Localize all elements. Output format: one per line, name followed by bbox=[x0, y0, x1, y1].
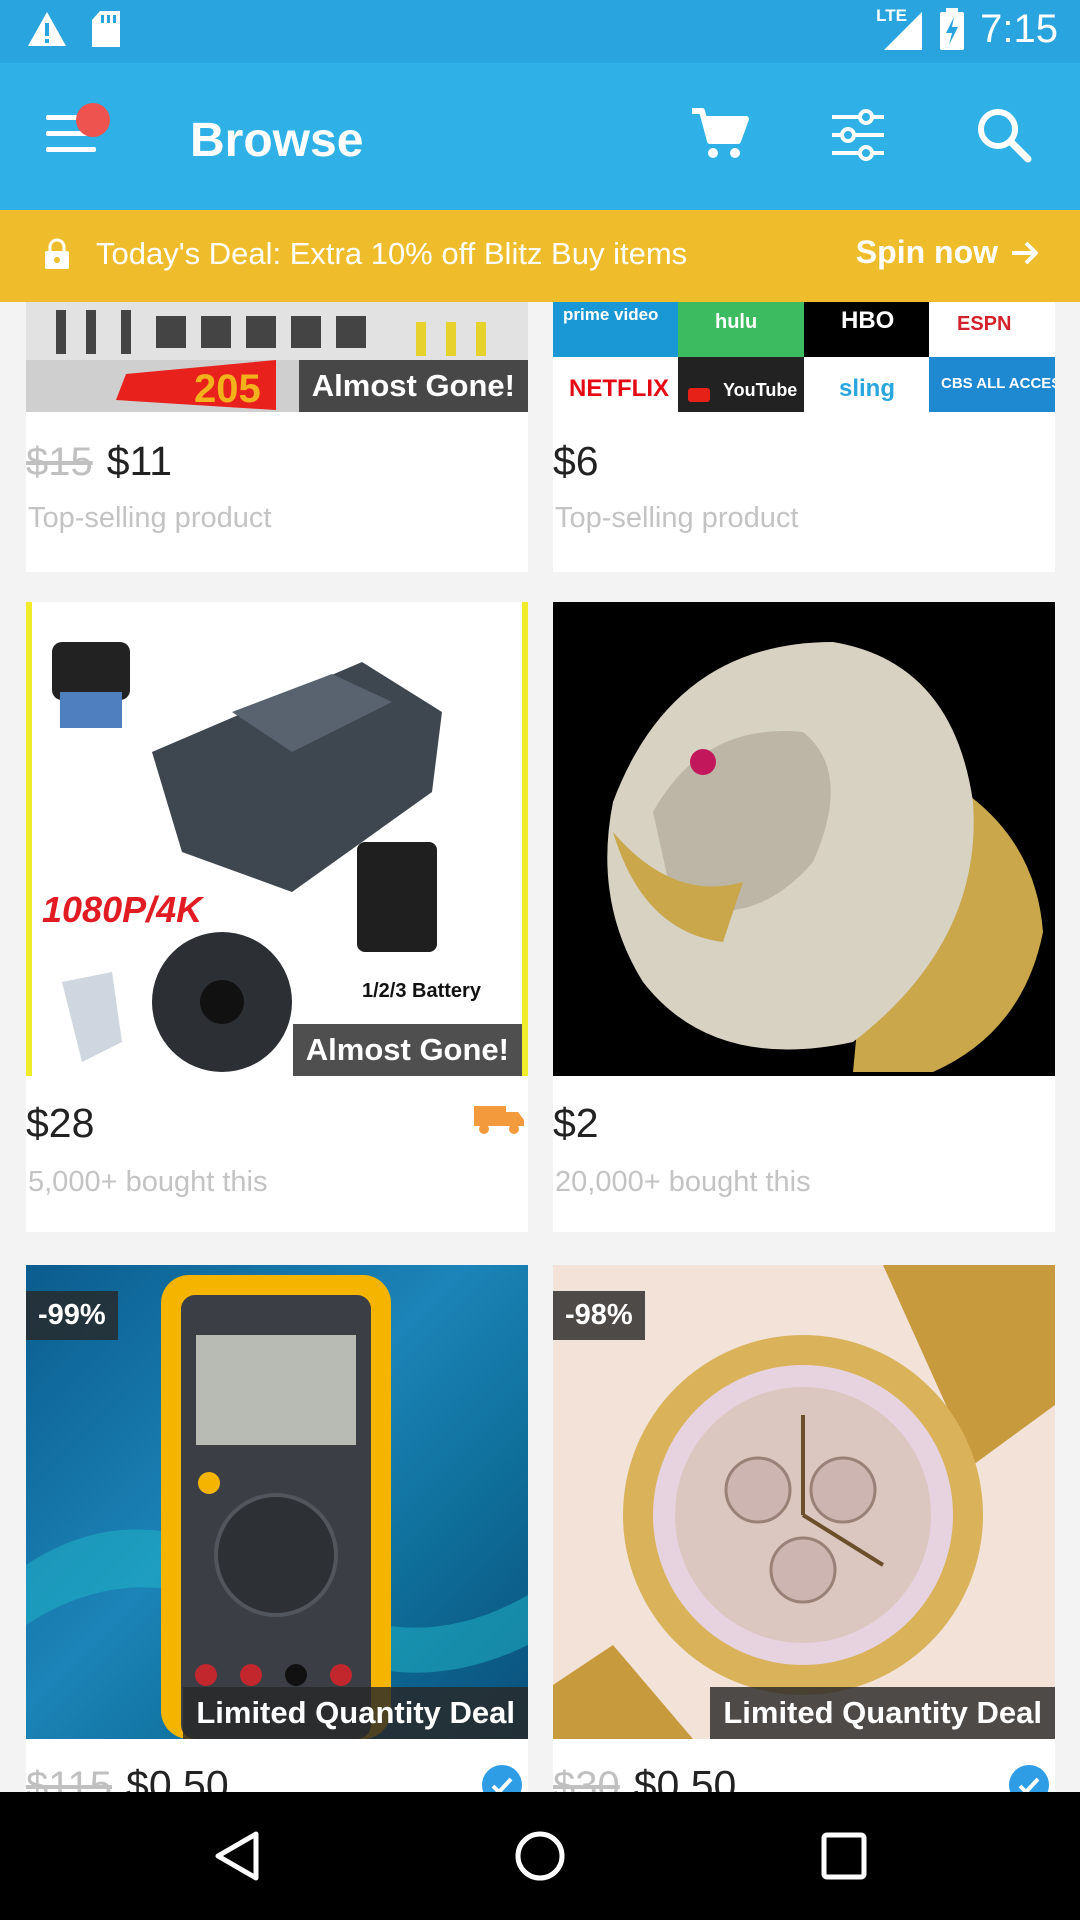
arrow-right-icon bbox=[1012, 241, 1038, 264]
watch-image: -98% Limited Quantity Deal bbox=[553, 1265, 1055, 1739]
streaming-services-image: prime video hulu HBO ESPN NETFLIX YouTub… bbox=[553, 302, 1055, 412]
search-icon[interactable] bbox=[972, 103, 1036, 167]
price: $0.50 bbox=[633, 1762, 737, 1792]
spin-now-label: Spin now bbox=[855, 234, 998, 270]
product-subtitle: Top-selling product bbox=[555, 502, 799, 534]
product-grid: 205 Almost Gone! $15 $11 Top-selling pro… bbox=[0, 302, 1080, 1792]
verified-icon bbox=[1009, 1765, 1049, 1792]
home-icon[interactable] bbox=[510, 1828, 570, 1884]
signal-icon: LTE bbox=[876, 6, 924, 52]
old-price: $15 bbox=[26, 440, 93, 484]
truck-icon bbox=[474, 1106, 524, 1134]
limited-quantity-badge: Limited Quantity Deal bbox=[710, 1687, 1055, 1739]
back-icon[interactable] bbox=[208, 1828, 268, 1884]
product-subtitle: 20,000+ bought this bbox=[555, 1166, 811, 1198]
multimeter-image: -99% Limited Quantity Deal bbox=[26, 1265, 528, 1739]
screen: LTE 7:15 Browse Today's Deal: Extra 10% … bbox=[0, 0, 1080, 1920]
almost-gone-badge: Almost Gone! bbox=[298, 360, 528, 412]
price: $28 bbox=[26, 1100, 95, 1146]
notification-dot bbox=[76, 103, 110, 137]
old-price: $115 bbox=[26, 1764, 113, 1792]
cbs-logo: CBS ALL ACCESS bbox=[941, 375, 1055, 392]
product-card[interactable]: prime video hulu HBO ESPN NETFLIX YouTub… bbox=[553, 302, 1055, 572]
lock-icon bbox=[45, 238, 69, 269]
drone-battery-label: 1/2/3 Battery bbox=[362, 980, 482, 1002]
sling-logo: sling bbox=[839, 375, 895, 402]
almost-gone-badge: Almost Gone! bbox=[292, 1024, 522, 1076]
drone-image: 1080P/4K 1/2/3 Battery Almost Gone! bbox=[26, 602, 528, 1076]
discount-badge: -98% bbox=[553, 1291, 645, 1340]
product-card[interactable]: 1080P/4K 1/2/3 Battery Almost Gone! $28 … bbox=[26, 602, 528, 1232]
sd-card-icon bbox=[92, 11, 120, 47]
drone-resolution-label: 1080P/4K bbox=[42, 889, 205, 930]
filter-icon[interactable] bbox=[826, 103, 890, 167]
product-subtitle: 5,000+ bought this bbox=[28, 1166, 268, 1198]
price: $6 bbox=[553, 438, 599, 484]
product-subtitle: Top-selling product bbox=[28, 502, 272, 534]
deal-text: Today's Deal: Extra 10% off Blitz Buy it… bbox=[96, 236, 688, 271]
spin-now-button[interactable]: Spin now bbox=[856, 234, 1040, 271]
espn-logo: ESPN bbox=[957, 313, 1011, 335]
deal-banner[interactable]: Today's Deal: Extra 10% off Blitz Buy it… bbox=[0, 210, 1080, 302]
lion-ring-image bbox=[553, 602, 1055, 1076]
status-bar: LTE 7:15 bbox=[0, 0, 1080, 63]
recents-icon[interactable] bbox=[814, 1828, 874, 1884]
limited-quantity-badge: Limited Quantity Deal bbox=[183, 1687, 528, 1739]
price: $0.50 bbox=[126, 1762, 229, 1792]
price: $11 bbox=[106, 438, 173, 484]
verified-icon bbox=[482, 1765, 522, 1792]
discount-badge: -99% bbox=[26, 1291, 118, 1340]
hulu-logo: hulu bbox=[715, 311, 757, 333]
prime-video-logo: prime video bbox=[563, 305, 658, 324]
tool-set-count: 205 bbox=[194, 367, 261, 411]
product-card[interactable]: -98% Limited Quantity Deal $30 $0.50 bbox=[553, 1265, 1055, 1792]
netflix-logo: NETFLIX bbox=[569, 375, 669, 402]
cart-icon[interactable] bbox=[688, 103, 752, 167]
product-card[interactable]: -99% Limited Quantity Deal $115 $0.50 bbox=[26, 1265, 528, 1792]
product-card[interactable]: 205 Almost Gone! $15 $11 Top-selling pro… bbox=[26, 302, 528, 572]
product-card[interactable]: $2 20,000+ bought this bbox=[553, 602, 1055, 1232]
battery-charging-icon bbox=[940, 8, 965, 50]
status-time: 7:15 bbox=[980, 6, 1058, 51]
app-bar: Browse bbox=[0, 63, 1080, 210]
youtube-logo: YouTube bbox=[723, 380, 797, 400]
navigation-bar bbox=[0, 1792, 1080, 1920]
page-title: Browse bbox=[190, 114, 364, 167]
old-price: $30 bbox=[553, 1764, 620, 1792]
tool-set-image: 205 Almost Gone! bbox=[26, 302, 528, 412]
price: $2 bbox=[553, 1100, 599, 1146]
hbo-logo: HBO bbox=[841, 307, 894, 334]
alert-icon bbox=[28, 12, 66, 46]
